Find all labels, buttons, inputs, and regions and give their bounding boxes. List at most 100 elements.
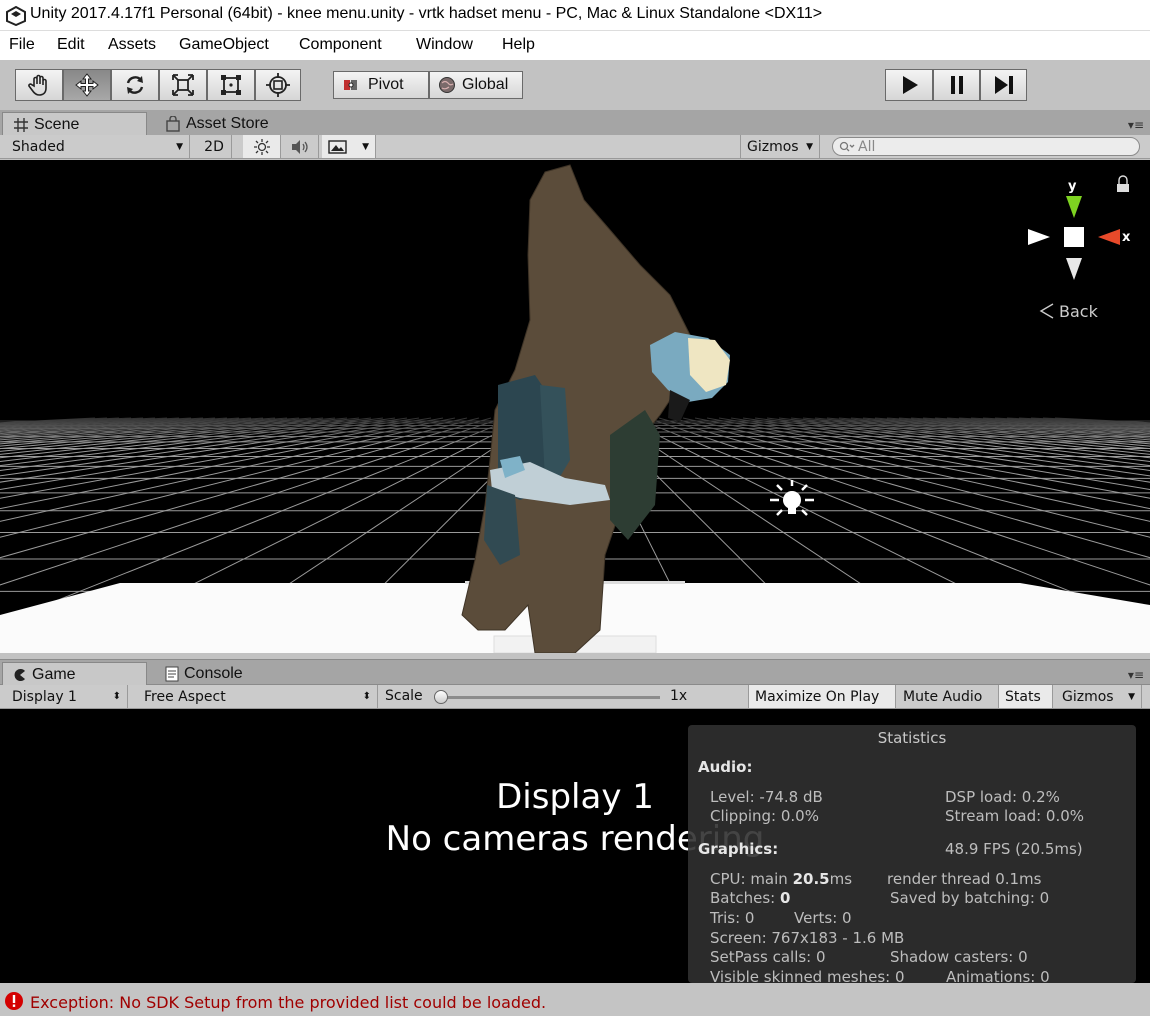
lock-icon-body <box>1117 184 1129 192</box>
pause-button[interactable] <box>933 69 980 101</box>
game-gizmos-label: Gizmos <box>1062 688 1114 705</box>
saved-by-batching: Saved by batching: 0 <box>890 889 1050 907</box>
maximize-on-play-toggle[interactable]: Maximize On Play <box>748 685 896 708</box>
chevron-down-icon: ▼ <box>806 141 813 152</box>
scene-audio-toggle[interactable] <box>281 135 319 158</box>
fps-readout: 48.9 FPS (20.5ms) <box>945 840 1083 858</box>
move-tool-button[interactable] <box>63 69 111 101</box>
audio-section-label: Audio: <box>698 758 753 776</box>
gizmo-y-label: y <box>1068 179 1077 194</box>
menu-component[interactable]: Component <box>299 36 382 54</box>
panel-menu-icon[interactable]: ▾≡ <box>1128 668 1144 682</box>
status-bar[interactable]: Exception: No SDK Setup from the provide… <box>0 983 1150 1016</box>
menu-assets[interactable]: Assets <box>108 36 156 54</box>
transform-tool-button[interactable] <box>255 69 301 101</box>
batches: Batches: 0 <box>710 889 790 907</box>
search-icon <box>839 141 855 151</box>
render-thread: render thread 0.1ms <box>887 870 1042 888</box>
tab-game-label: Game <box>32 665 76 683</box>
chevron-down-icon: ▼ <box>362 141 369 152</box>
tab-game[interactable]: Game <box>2 662 147 686</box>
pivot-label: Pivot <box>368 76 404 93</box>
scale-label: Scale <box>385 688 423 704</box>
hand-tool-icon <box>28 74 47 96</box>
rotate-tool-button[interactable] <box>111 69 159 101</box>
unity-logo-icon <box>6 6 26 26</box>
scene-effects-dropdown[interactable]: ▼ <box>322 135 376 158</box>
game-toolbar: Display 1 ⬍ Free Aspect ⬍ Scale 1x Maximiz… <box>0 685 1150 709</box>
rect-tool-icon <box>221 75 241 95</box>
scene-viewport[interactable]: y x Back <box>0 160 1150 653</box>
menu-bar: File Edit Assets GameObject Component Wi… <box>0 31 1150 60</box>
move-tool-icon <box>75 73 99 97</box>
scene-canvas: y x Back <box>0 164 1150 653</box>
mute-audio-toggle[interactable]: Mute Audio <box>897 685 999 708</box>
audio-clipping: Clipping: 0.0% <box>710 807 819 825</box>
tab-scene-label: Scene <box>34 115 80 133</box>
menu-window[interactable]: Window <box>416 36 473 54</box>
display-dropdown[interactable]: Display 1 ⬍ <box>6 685 128 708</box>
pivot-toggle-button[interactable]: Pivot <box>333 71 429 99</box>
gizmo-x-axis[interactable] <box>1098 229 1120 245</box>
search-placeholder: All <box>858 138 876 155</box>
game-tab-bar: Game Console ▾≡ <box>0 659 1150 686</box>
play-icon <box>903 76 918 94</box>
scale-tool-button[interactable] <box>159 69 207 101</box>
hand-tool-button[interactable] <box>15 69 63 101</box>
gizmo-back-label[interactable]: Back <box>1059 302 1099 321</box>
global-toggle-button[interactable]: Global <box>429 71 523 99</box>
shading-mode-dropdown[interactable]: Shaded ▼ <box>6 135 190 158</box>
toggle-2d-button[interactable]: 2D <box>197 135 232 158</box>
scale-slider-thumb[interactable] <box>434 690 448 704</box>
gizmo-neg-x-axis[interactable] <box>1028 229 1050 245</box>
scene-gizmos-dropdown[interactable]: Gizmos ▼ <box>740 135 820 158</box>
window-title: Unity 2017.4.17f1 Personal (64bit) - kne… <box>30 5 823 22</box>
tab-asset-store-label: Asset Store <box>186 115 269 132</box>
game-gizmos-dropdown[interactable]: Gizmos ▼ <box>1056 685 1142 708</box>
scale-tool-icon <box>172 74 194 96</box>
chevron-down-icon: ▼ <box>176 141 183 152</box>
toggle-2d-label: 2D <box>204 138 224 155</box>
scene-orientation-gizmo[interactable] <box>1028 175 1129 280</box>
store-icon <box>166 116 180 132</box>
cpu-main-value: 20.5 <box>792 870 830 888</box>
rotate-tool-icon <box>126 76 144 94</box>
tab-asset-store[interactable]: Asset Store <box>155 112 300 136</box>
maximize-on-play-label: Maximize On Play <box>755 688 880 705</box>
play-button[interactable] <box>885 69 933 101</box>
global-label: Global <box>462 76 509 93</box>
main-toolbar: Pivot Global <box>0 60 1150 110</box>
stats-toggle[interactable]: Stats <box>999 685 1053 708</box>
updown-icon: ⬍ <box>362 691 371 702</box>
grid-icon <box>14 117 28 132</box>
batches-value: 0 <box>779 889 791 907</box>
panel-menu-icon[interactable]: ▾≡ <box>1128 118 1144 132</box>
gizmo-center-cube[interactable] <box>1064 227 1084 247</box>
shadow-casters: Shadow casters: 0 <box>890 948 1028 966</box>
step-button[interactable] <box>980 69 1027 101</box>
hierarchy-search-field[interactable]: All <box>832 137 1140 156</box>
menu-gameobject[interactable]: GameObject <box>179 36 269 54</box>
rect-tool-button[interactable] <box>207 69 255 101</box>
title-bar: Unity 2017.4.17f1 Personal (64bit) - kne… <box>0 0 1150 31</box>
status-message: Exception: No SDK Setup from the provide… <box>30 993 547 1012</box>
scale-slider-track[interactable] <box>434 690 660 704</box>
menu-help[interactable]: Help <box>502 36 535 54</box>
gizmo-neg-y-axis[interactable] <box>1066 258 1082 280</box>
screen-info: Screen: 767x183 - 1.6 MB <box>710 929 905 947</box>
tab-scene[interactable]: Scene <box>2 112 147 136</box>
mute-audio-label: Mute Audio <box>903 688 983 705</box>
lock-icon[interactable] <box>1118 175 1128 184</box>
menu-edit[interactable]: Edit <box>57 36 85 54</box>
scale-value: 1x <box>670 688 688 704</box>
aspect-dropdown[interactable]: Free Aspect ⬍ <box>138 685 378 708</box>
cpu-suffix: ms <box>829 870 853 888</box>
tab-console[interactable]: Console <box>155 662 300 686</box>
display-value: Display 1 <box>12 688 77 705</box>
pause-icon <box>950 76 963 94</box>
verts-count: Verts: 0 <box>794 909 852 927</box>
scene-lighting-toggle[interactable] <box>243 135 281 158</box>
menu-file[interactable]: File <box>9 36 35 54</box>
statistics-heading: Statistics <box>877 729 947 747</box>
gizmo-y-axis[interactable] <box>1066 196 1082 218</box>
